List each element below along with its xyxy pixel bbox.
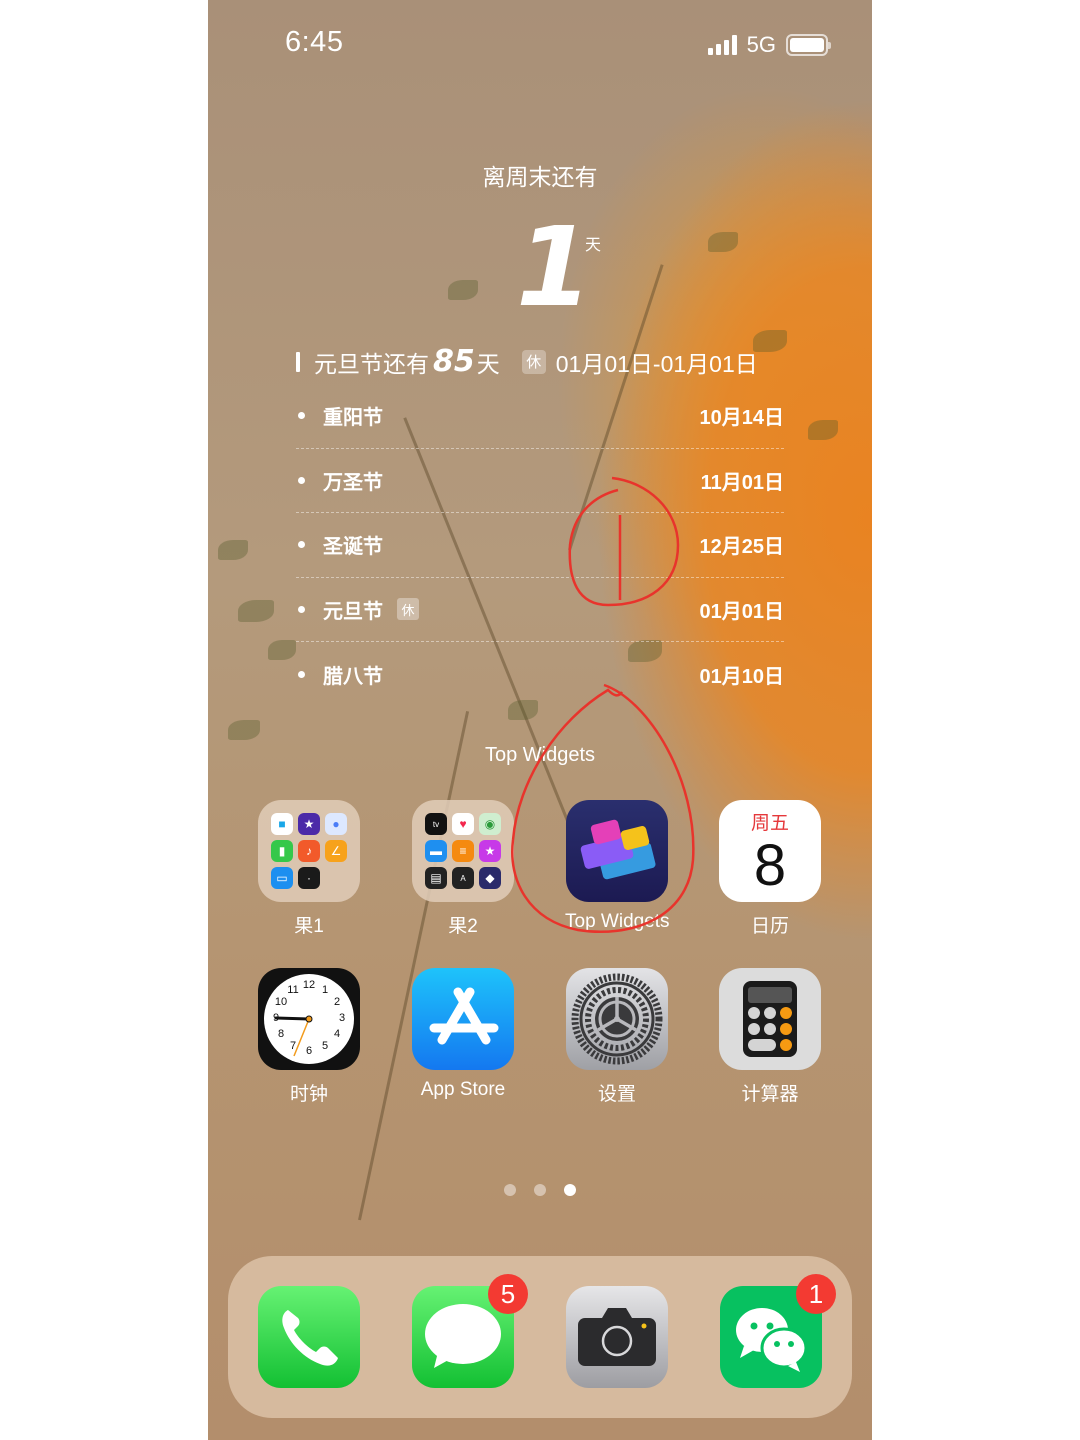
- translate-icon: A: [452, 867, 474, 889]
- notification-badge: 1: [796, 1274, 836, 1314]
- app-calculator[interactable]: 计算器: [718, 968, 822, 1106]
- holiday-list: 重阳节 10月14日 万圣节 11月01日 圣诞节 12月25日 元旦节休 01…: [296, 384, 784, 707]
- clock-icon: 12 1 2 3 4 5 6 7 8 9 10 11: [258, 968, 360, 1070]
- widget-title: 离周末还有: [482, 164, 598, 190]
- clock-hands: [274, 1015, 313, 1057]
- top-widgets-icon: [566, 800, 668, 902]
- clips-icon: ●: [325, 813, 347, 835]
- camera-icon: [566, 1286, 668, 1388]
- page-dot[interactable]: [534, 1184, 546, 1196]
- dock-messages[interactable]: 5: [411, 1274, 528, 1388]
- garageband-icon: ♪: [298, 840, 320, 862]
- holiday-date: 11月01日: [700, 471, 784, 494]
- notification-badge: 5: [488, 1274, 528, 1314]
- holiday-row: 重阳节 10月14日: [296, 384, 784, 449]
- dock-wechat[interactable]: 1: [719, 1274, 836, 1388]
- dock-camera[interactable]: [565, 1286, 669, 1388]
- app-clock[interactable]: 12 1 2 3 4 5 6 7 8 9 10 11 时钟: [257, 968, 361, 1106]
- app-label: 时钟: [289, 1084, 328, 1105]
- holiday-name: 万圣节: [323, 471, 383, 494]
- rest-badge: 休: [521, 349, 546, 374]
- calendar-icon: 周五 8: [719, 800, 821, 902]
- holiday-name: 腊八节: [323, 665, 383, 688]
- health-icon: ♥: [452, 813, 474, 835]
- settings-gear-icon: [566, 968, 668, 1070]
- app-calendar[interactable]: 周五 8 日历: [718, 800, 822, 938]
- files-icon: ▬: [425, 840, 447, 862]
- battery-icon: [786, 34, 831, 56]
- app-app-store[interactable]: App Store: [411, 968, 515, 1101]
- app-label: 果2: [448, 916, 478, 937]
- folder-icon: ■ ★ ● ▮ ♪ ∠ ▭ ·: [258, 800, 360, 902]
- school-icon: ≡: [452, 840, 474, 862]
- holiday-row: 圣诞节 12月25日: [296, 513, 784, 578]
- page-dot[interactable]: [504, 1184, 516, 1196]
- status-indicators: 5G: [707, 32, 831, 58]
- bullet-icon: [298, 541, 305, 549]
- wallet-icon: ▤: [425, 867, 447, 889]
- next-holiday-days: 85: [433, 344, 475, 379]
- pages-icon: ∠: [325, 840, 347, 862]
- calculator-icon: [719, 968, 821, 1070]
- clock-face: 12 1 2 3 4 5 6 7 8 9 10 11: [264, 974, 354, 1064]
- app-store-icon: [412, 968, 514, 1070]
- bullet-icon: [298, 476, 305, 484]
- holiday-row: 万圣节 11月01日: [296, 449, 784, 513]
- holiday-name: 圣诞节: [323, 536, 383, 559]
- holiday-date: 01月01日: [699, 600, 785, 623]
- next-holiday-range: 01月01日-01月01日: [555, 350, 758, 377]
- shortcuts-icon: ◆: [479, 867, 501, 889]
- network-type: 5G: [746, 32, 776, 57]
- dock: 5 1: [228, 1256, 852, 1418]
- calendar-weekday: 周五: [750, 813, 789, 834]
- keynote-icon: ▭: [271, 867, 293, 889]
- find-my-icon: ◉: [479, 813, 501, 835]
- signal-icon: [707, 35, 737, 55]
- folder-icon: tv ♥ ◉ ▬ ≡ ★ ▤ A ◆: [412, 800, 514, 902]
- holiday-name: 重阳节: [323, 407, 383, 430]
- starry-app-icon: ·: [298, 867, 320, 889]
- app-top-widgets[interactable]: Top Widgets: [565, 800, 670, 933]
- bullet-icon: [298, 412, 305, 420]
- folder-guo2[interactable]: tv ♥ ◉ ▬ ≡ ★ ▤ A ◆ 果2: [411, 800, 515, 938]
- bullet-icon: [298, 670, 305, 678]
- app-label: Top Widgets: [565, 911, 670, 932]
- holiday-row: 腊八节 01月10日: [296, 642, 784, 707]
- phone-icon: [258, 1286, 360, 1388]
- rest-badge: 休: [397, 598, 419, 621]
- holiday-row: 元旦节休 01月01日: [296, 578, 785, 642]
- bar-mark: [296, 351, 300, 372]
- apple-tv-icon: tv: [425, 813, 447, 835]
- calendar-day: 8: [753, 833, 787, 898]
- holiday-date: 12月25日: [699, 536, 785, 559]
- home-screen: 6:45 5G 离周末还有 1 天 元旦节还有 85 天 休 01月01日-01…: [208, 0, 872, 1440]
- weekend-countdown-value: 1: [516, 203, 593, 331]
- app-label: 计算器: [741, 1084, 799, 1105]
- page-indicator[interactable]: [208, 1184, 872, 1196]
- app-label: App Store: [420, 1079, 506, 1100]
- app-settings[interactable]: 设置: [565, 968, 669, 1106]
- bullet-icon: [298, 605, 305, 613]
- imovie-icon: ★: [298, 813, 320, 835]
- weekend-countdown-unit: 天: [585, 237, 602, 254]
- itunes-store-icon: ★: [479, 840, 501, 862]
- holiday-date: 10月14日: [699, 407, 785, 430]
- next-holiday-line: 元旦节还有 85 天 休 01月01日-01月01日: [296, 344, 758, 379]
- page-dot-active[interactable]: [564, 1184, 576, 1196]
- folder-guo1[interactable]: ■ ★ ● ▮ ♪ ∠ ▭ · 果1: [257, 800, 361, 938]
- next-holiday-prefix: 元旦节还有: [314, 350, 429, 377]
- status-time: 6:45: [285, 26, 344, 58]
- app-store-mini-icon: ■: [271, 813, 293, 835]
- dock-phone[interactable]: [257, 1286, 361, 1388]
- next-holiday-unit: 天: [476, 350, 500, 377]
- holiday-name: 元旦节: [323, 600, 383, 623]
- widget-source-label: Top Widgets: [484, 744, 596, 766]
- app-label: 设置: [597, 1084, 636, 1105]
- numbers-icon: ▮: [271, 840, 293, 862]
- app-label: 日历: [750, 916, 789, 937]
- holiday-date: 01月10日: [699, 665, 785, 688]
- app-label: 果1: [294, 916, 324, 937]
